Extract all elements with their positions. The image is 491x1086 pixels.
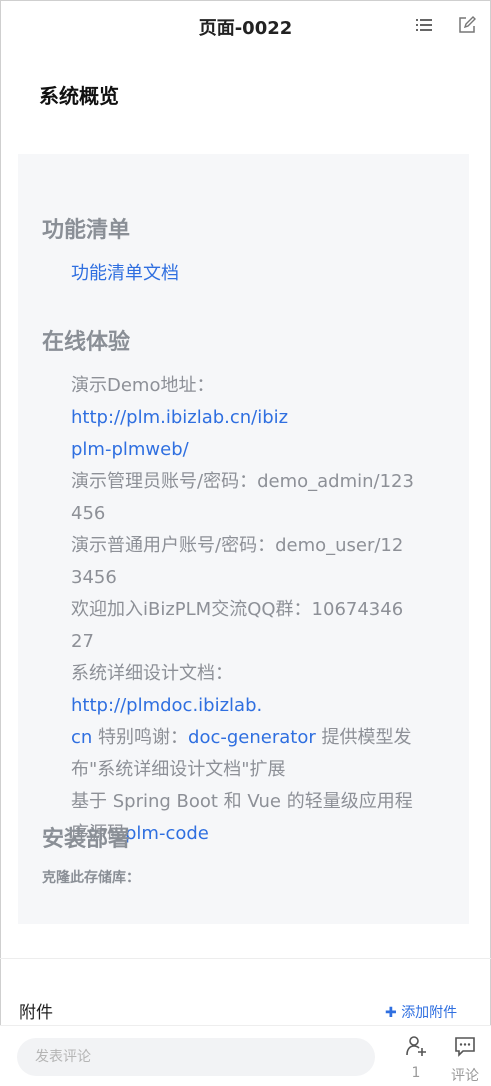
divider <box>0 958 491 959</box>
demo-link[interactable]: http://plm.ibizlab.cn/ibiz <box>71 407 288 428</box>
demo-label: 演示Demo地址： <box>71 375 215 396</box>
add-attachment-button[interactable]: ✚ 添加附件 <box>385 1002 457 1022</box>
user-account: 演示普通用户账号/密码：demo_user/12 <box>71 535 404 556</box>
doc-link[interactable]: http://plmdoc.ibizlab. <box>71 695 262 716</box>
admin-account-cont: 456 <box>71 503 106 524</box>
user-add-icon <box>406 1036 426 1056</box>
follow-count: 1 <box>411 1065 421 1081</box>
section-title-features: 功能清单 <box>42 218 131 243</box>
qq-group: 欢迎加入iBizPLM交流QQ群：10674346 <box>71 599 404 620</box>
add-attachment-label: 添加附件 <box>401 1005 458 1021</box>
content-panel: 功能清单 功能清单文档 在线体验 演示Demo地址： http://plm.ibi… <box>18 154 469 924</box>
attachments-title: 附件 <box>19 1003 53 1023</box>
section-title-online: 在线体验 <box>42 330 131 355</box>
doc-label: 系统详细设计文档： <box>71 663 233 684</box>
user-account-cont: 3456 <box>71 567 117 588</box>
section-title-install: 安装部署 <box>42 827 131 852</box>
plus-icon: ✚ <box>385 1005 397 1021</box>
clone-label: 克隆此存储库： <box>42 870 140 886</box>
list-icon[interactable] <box>415 16 433 34</box>
qq-group-cont: 27 <box>71 631 94 652</box>
comment-input[interactable] <box>17 1038 375 1076</box>
based-on-text: 基于 Spring Boot 和 Vue 的轻量级应用程 <box>71 791 413 812</box>
online-info: 演示Demo地址： http://plm.ibizlab.cn/ibiz plm-… <box>71 370 421 850</box>
bottom-bar: 1 评论 <box>0 1025 491 1086</box>
plm-code-link[interactable]: plm-code <box>125 823 209 844</box>
generator-text-cont: 布"系统详细设计文档"扩展 <box>71 759 286 780</box>
page-header: 页面-0022 <box>0 0 491 54</box>
doc-link-cont[interactable]: cn <box>71 727 92 748</box>
features-doc-link[interactable]: 功能清单文档 <box>71 263 179 284</box>
generator-text: 提供模型发 <box>315 727 412 748</box>
doc-generator-link[interactable]: doc-generator <box>188 727 316 748</box>
page-heading: 系统概览 <box>39 84 119 108</box>
comment-icon <box>455 1037 475 1057</box>
admin-account: 演示管理员账号/密码：demo_admin/123 <box>71 471 414 492</box>
demo-link-cont[interactable]: plm-plmweb/ <box>71 439 189 460</box>
comment-button[interactable]: 评论 <box>445 1034 485 1084</box>
comment-label: 评论 <box>451 1068 479 1084</box>
thanks-label: 特别鸣谢： <box>92 727 189 748</box>
edit-icon[interactable] <box>458 16 476 34</box>
follow-button[interactable]: 1 <box>400 1034 432 1082</box>
